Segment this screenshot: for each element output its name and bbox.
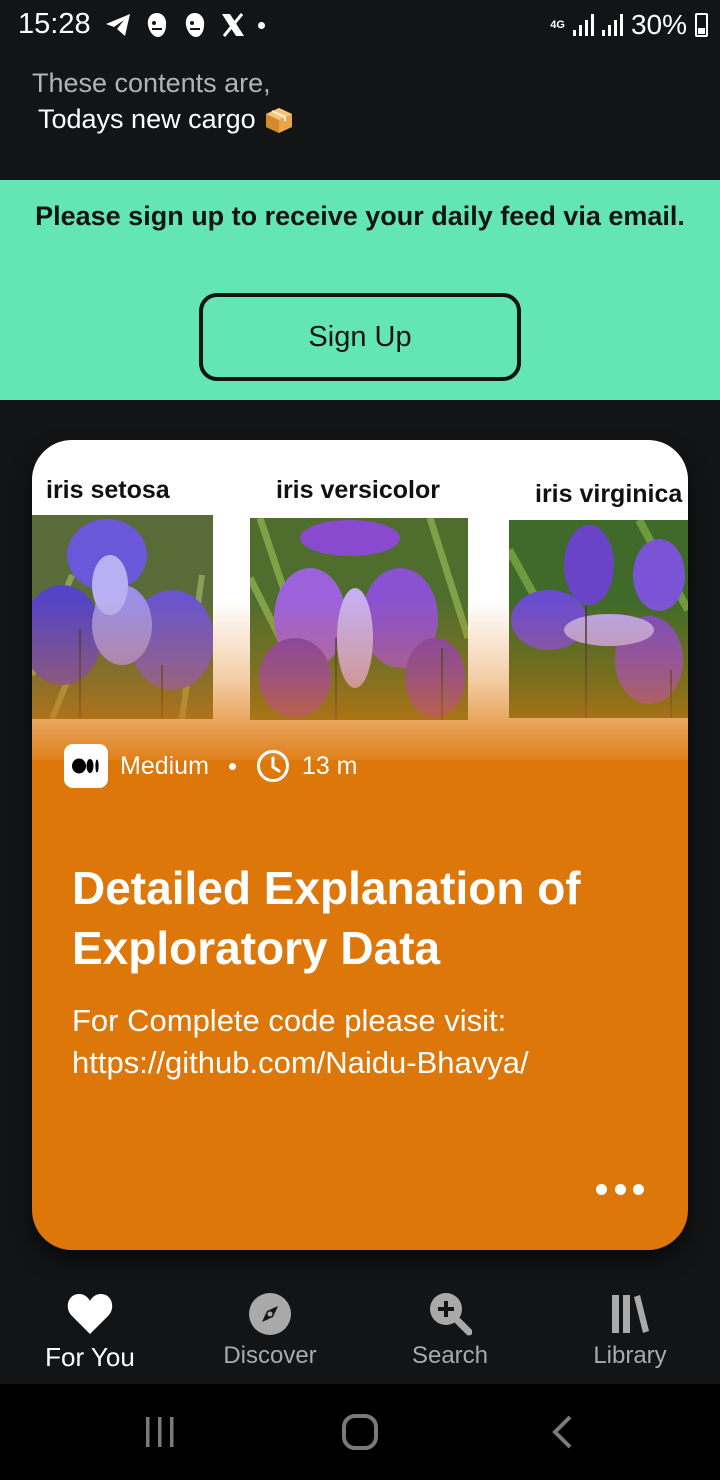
recents-button[interactable]	[130, 1406, 190, 1458]
header-title: Todays new cargo	[38, 104, 256, 134]
article-source: Medium	[120, 751, 209, 780]
lion-icon-2	[185, 13, 205, 37]
clock-icon	[256, 750, 289, 782]
back-button[interactable]	[532, 1406, 592, 1458]
status-time: 15:28	[18, 8, 91, 40]
battery-percent: 30%	[630, 9, 687, 40]
compass-icon	[246, 1290, 294, 1338]
battery-icon	[695, 13, 708, 37]
status-bar: 15:28 4G 30%	[0, 0, 720, 52]
nav-for-you-label: For You	[45, 1342, 135, 1372]
nav-for-you[interactable]: For You	[0, 1290, 180, 1380]
nav-discover-label: Discover	[223, 1342, 317, 1369]
image-label-virginica: iris virginica	[535, 480, 683, 508]
medium-logo-icon	[64, 744, 108, 788]
network-type: 4G	[550, 19, 565, 31]
x-logo-icon	[222, 13, 244, 37]
article-meta: Medium 13 m	[64, 744, 358, 788]
header-subtitle: These contents are,	[32, 68, 271, 98]
library-icon	[606, 1290, 654, 1338]
lion-icon	[147, 13, 167, 37]
meta-separator	[228, 762, 236, 770]
heart-icon	[66, 1290, 114, 1338]
nav-library-label: Library	[593, 1342, 667, 1369]
more-options-button[interactable]	[596, 1178, 644, 1200]
recents-icon	[146, 1417, 174, 1447]
home-icon	[342, 1414, 378, 1450]
more-notifications-dot	[258, 21, 265, 29]
image-label-setosa: iris setosa	[46, 476, 170, 504]
package-icon	[265, 107, 292, 133]
signup-button[interactable]: Sign Up	[199, 293, 521, 381]
signal-icon	[572, 14, 594, 36]
notification-icons	[104, 8, 265, 42]
article-title: Detailed Explanation of Exploratory Data	[72, 862, 581, 974]
article-card[interactable]: iris setosa iris versicolor iris virgini…	[32, 440, 688, 1250]
nav-search-label: Search	[411, 1342, 489, 1369]
header-title-row: Todays new cargo	[38, 104, 294, 135]
signup-message: Please sign up to receive your daily fee…	[35, 201, 685, 231]
article-description: For Complete code please visit: https://…	[72, 1003, 529, 1080]
telegram-icon	[106, 14, 130, 36]
status-right: 4G 30%	[550, 8, 708, 42]
home-button[interactable]	[330, 1406, 390, 1458]
signal-icon-2	[601, 14, 623, 36]
article-read-time: 13 m	[301, 751, 358, 780]
back-icon	[552, 1415, 572, 1449]
image-label-versicolor: iris versicolor	[276, 476, 440, 504]
nav-search[interactable]: Search	[360, 1290, 540, 1380]
search-plus-icon	[426, 1290, 474, 1338]
nav-library[interactable]: Library	[540, 1290, 720, 1380]
nav-discover[interactable]: Discover	[180, 1290, 360, 1380]
